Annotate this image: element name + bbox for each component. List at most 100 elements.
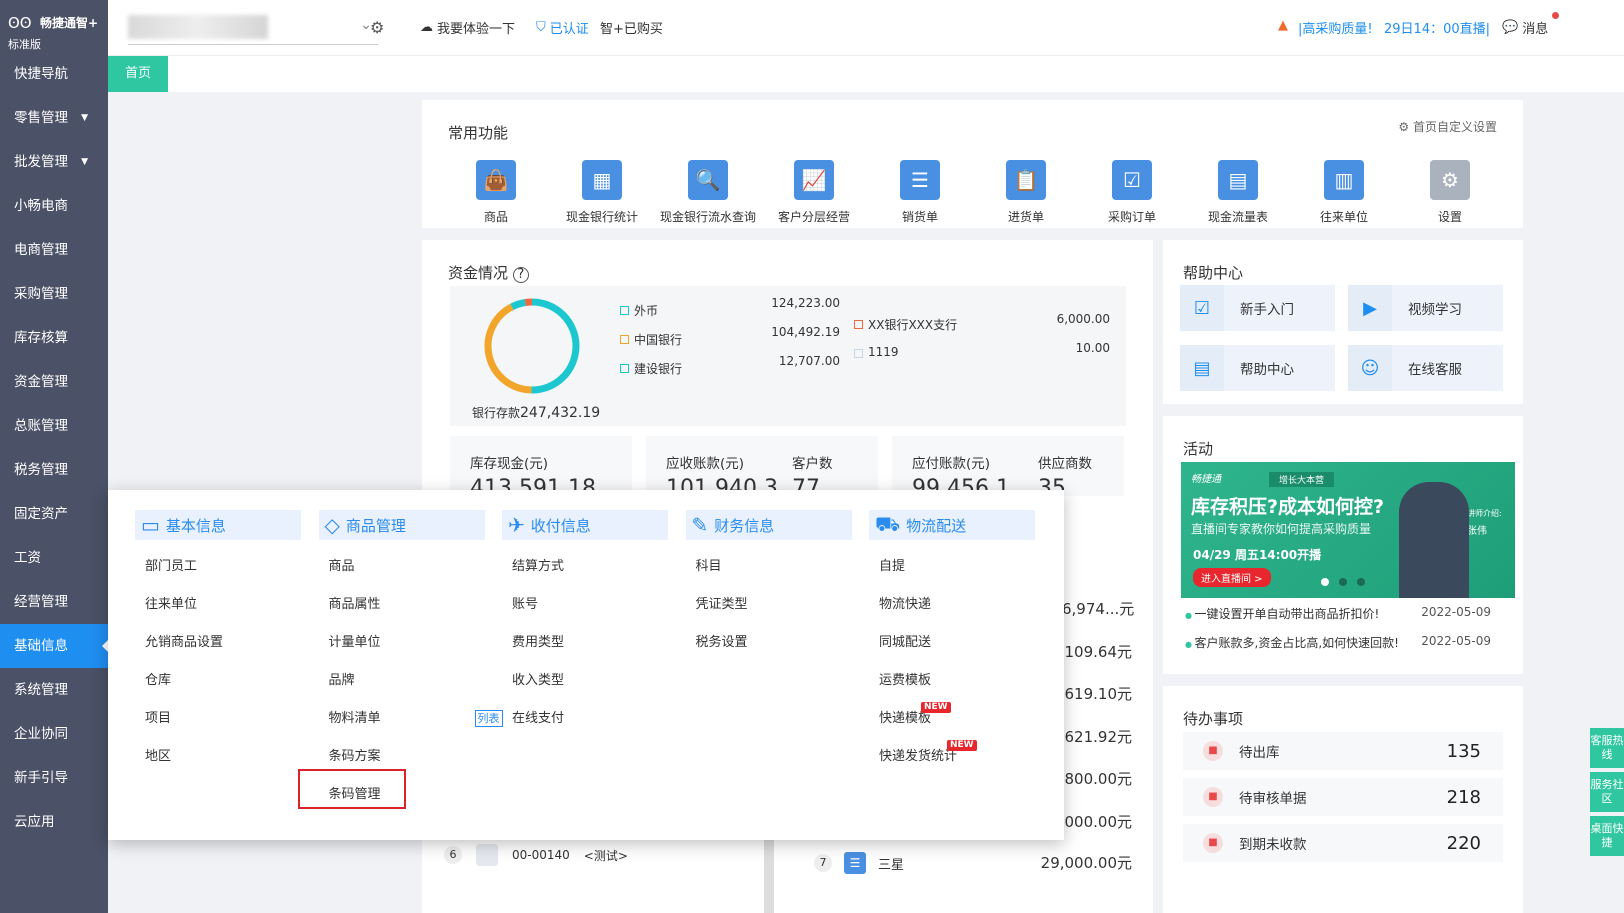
- menu-item[interactable]: 商品: [319, 548, 485, 586]
- tab-home[interactable]: 首页: [108, 56, 168, 92]
- messages-button[interactable]: 💬 消息: [1502, 18, 1548, 37]
- menu-item[interactable]: 账号: [502, 586, 668, 624]
- live-link[interactable]: 29日14：00直播|: [1384, 18, 1490, 37]
- function-item[interactable]: ⚙ 设置: [1400, 160, 1500, 225]
- function-item[interactable]: ▦ 现金银行统计: [552, 160, 652, 225]
- float-side-button[interactable]: 客服热线: [1590, 728, 1624, 768]
- amount-value: 621.92元: [1064, 727, 1133, 746]
- menu-item[interactable]: 地区: [135, 738, 301, 776]
- menu-item[interactable]: 自提: [869, 548, 1035, 586]
- gear-icon: ⚙: [1430, 160, 1470, 200]
- sidebar-item[interactable]: 资金管理: [0, 360, 108, 404]
- stat-card[interactable]: 应收账款(元) 客户数 101,940.3 77: [646, 436, 878, 501]
- sidebar-item[interactable]: 电商管理: [0, 228, 108, 272]
- todo-item[interactable]: ■ 待审核单据 218: [1183, 778, 1503, 816]
- product-thumb-icon: [476, 844, 498, 866]
- menu-item[interactable]: 物料清单 列表: [319, 700, 503, 738]
- sidebar-item[interactable]: 零售管理 ▼: [0, 96, 108, 140]
- menu-item[interactable]: 税务设置: [686, 624, 852, 662]
- menu-item[interactable]: 允销商品设置: [135, 624, 301, 662]
- todo-item[interactable]: ■ 到期未收款 220: [1183, 824, 1503, 862]
- help-card: 帮助中心 ☑ 新手入门 ▶ 视频学习 ▤ 帮助中心 ☺ 在线客服: [1163, 240, 1523, 404]
- function-item[interactable]: ☰ 销货单: [870, 160, 970, 225]
- legend-label: XX银行XXX支行: [868, 318, 958, 332]
- sidebar-item[interactable]: 云应用: [0, 800, 108, 844]
- sidebar-item[interactable]: 企业协同: [0, 712, 108, 756]
- menu-item[interactable]: 在线支付: [502, 700, 668, 738]
- sidebar-item[interactable]: 库存核算: [0, 316, 108, 360]
- table-row[interactable]: 7 ☰ 三星: [814, 852, 904, 874]
- menu-item[interactable]: 计量单位: [319, 624, 485, 662]
- menu-item[interactable]: 品牌: [319, 662, 485, 700]
- try-demo-link[interactable]: ☁ 我要体验一下: [420, 18, 515, 37]
- news-item[interactable]: ● 客户账款多,资金占比高,如何快速回款! 2022-05-09: [1185, 634, 1505, 651]
- sidebar-item[interactable]: 基础信息: [0, 624, 108, 668]
- account-selector[interactable]: ⌄: [128, 15, 378, 45]
- sidebar-item[interactable]: 批发管理 ▼: [0, 140, 108, 184]
- list-badge[interactable]: 列表: [474, 710, 503, 727]
- function-item[interactable]: 📋 进货单: [976, 160, 1076, 225]
- question-icon[interactable]: ?: [512, 267, 529, 283]
- menu-item[interactable]: 凭证类型: [686, 586, 852, 624]
- sidebar-item[interactable]: 小畅电商: [0, 184, 108, 228]
- menu-item[interactable]: 项目: [135, 700, 301, 738]
- menu-item[interactable]: 费用类型: [502, 624, 668, 662]
- sidebar-item[interactable]: 总账管理: [0, 404, 108, 448]
- help-item[interactable]: ☺ 在线客服: [1348, 345, 1503, 391]
- shield-icon: ⛉: [536, 20, 546, 35]
- menu-item[interactable]: 科目: [686, 548, 852, 586]
- enter-live-button[interactable]: 进入直播间 >: [1193, 568, 1271, 587]
- purchased-label: 智+已购买: [600, 22, 663, 37]
- sidebar-item[interactable]: 工资: [0, 536, 108, 580]
- menu-item[interactable]: 快递模板 NEW: [869, 700, 1035, 738]
- document-icon: ▤: [1180, 345, 1224, 391]
- menu-column-header: ◇ 商品管理: [318, 510, 485, 540]
- help-item[interactable]: ▶ 视频学习: [1348, 285, 1503, 331]
- menu-item[interactable]: 仓库: [135, 662, 301, 700]
- customize-link[interactable]: ⚙ 首页自定义设置: [1398, 118, 1497, 135]
- check-clipboard-icon: ☑: [1112, 160, 1152, 200]
- sidebar-item[interactable]: 快捷导航: [0, 52, 108, 96]
- function-item[interactable]: ☑ 采购订单: [1082, 160, 1182, 225]
- function-item[interactable]: 👜 商品: [446, 160, 546, 225]
- verified-badge[interactable]: ⛉ 已认证: [536, 18, 589, 37]
- gear-icon[interactable]: ⚙: [370, 18, 384, 37]
- help-item[interactable]: ☑ 新手入门: [1180, 285, 1335, 331]
- caret-down-icon: ▼: [81, 113, 88, 123]
- menu-item[interactable]: 部门员工: [135, 548, 301, 586]
- checklist-icon: ☑: [1180, 285, 1224, 331]
- amount-value: 619.10元: [1064, 685, 1133, 703]
- function-item[interactable]: ▤ 现金流量表: [1188, 160, 1288, 225]
- sidebar-item[interactable]: 采购管理: [0, 272, 108, 316]
- scrollbar[interactable]: [764, 840, 774, 913]
- sidebar-item[interactable]: 税务管理: [0, 448, 108, 492]
- table-row[interactable]: 6 00-00140 <测试>: [444, 844, 628, 866]
- sidebar-item[interactable]: 系统管理: [0, 668, 108, 712]
- report-icon: ▤: [1218, 160, 1258, 200]
- activity-banner[interactable]: 畅捷通 增长大本营 库存积压?成本如何控? 直播间专家教你如何提高采购质量 04…: [1181, 462, 1515, 598]
- menu-item[interactable]: 商品属性: [319, 586, 485, 624]
- stat-card[interactable]: 应付账款(元) 供应商数 99,456.1 35: [892, 436, 1124, 501]
- menu-item[interactable]: 往来单位: [135, 586, 301, 624]
- function-item[interactable]: 🔍 现金银行流水查询: [658, 160, 758, 225]
- menu-item[interactable]: 收入类型: [502, 662, 668, 700]
- sidebar-item[interactable]: 新手引导: [0, 756, 108, 800]
- float-side-button[interactable]: 桌面快捷: [1590, 816, 1624, 856]
- sidebar-item[interactable]: 经营管理: [0, 580, 108, 624]
- menu-item[interactable]: 物流快递: [869, 586, 1035, 624]
- headset-icon: ☺: [1348, 345, 1392, 391]
- float-side-button[interactable]: 服务社区: [1590, 772, 1624, 812]
- stat-card[interactable]: 库存现金(元) 413,591.18: [450, 436, 632, 501]
- menu-item[interactable]: 结算方式: [502, 548, 668, 586]
- menu-item[interactable]: 运费模板: [869, 662, 1035, 700]
- promo-link[interactable]: |高采购质量!: [1298, 18, 1373, 37]
- menu-item[interactable]: 同城配送: [869, 624, 1035, 662]
- function-item[interactable]: ▥ 往来单位: [1294, 160, 1394, 225]
- menu-item[interactable]: 快递发货统计 NEW: [869, 738, 1035, 776]
- function-item[interactable]: 📈 客户分层经营: [764, 160, 864, 225]
- sidebar-item[interactable]: 固定资产: [0, 492, 108, 536]
- help-item[interactable]: ▤ 帮助中心: [1180, 345, 1335, 391]
- carousel-dots[interactable]: [1321, 578, 1365, 586]
- todo-item[interactable]: ■ 待出库 135: [1183, 732, 1503, 770]
- news-item[interactable]: ● 一键设置开单自动带出商品折扣价! 2022-05-09: [1185, 605, 1505, 622]
